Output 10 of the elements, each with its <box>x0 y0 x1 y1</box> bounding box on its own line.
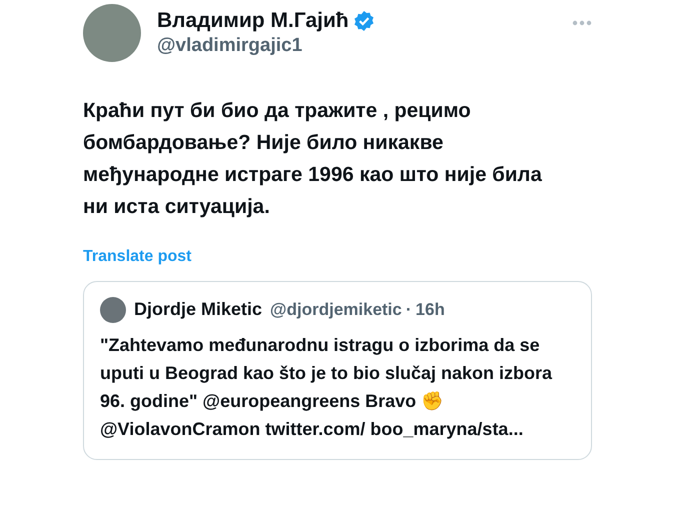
quoted-post-text: "Zahtevamo međunarodnu istragu o izborima da se uputi u Beograd kao što je to bio slučaj nakon izbora 96. godine" @europeangreens Bravo ✊ @ViolavonCramon twitter.com/ boo_maryna/sta... <box>100 334 554 441</box>
post-time: 16h <box>416 298 445 321</box>
quoted-post-card[interactable] <box>83 281 592 460</box>
author-handle[interactable]: @vladimirgajic1 <box>157 34 556 58</box>
quoted-author-name: Djordje Miketic <box>134 298 262 321</box>
quoted-author-handle: @djordjemiketic <box>270 298 402 321</box>
author-name[interactable]: Владимир М.Гајић <box>157 8 349 34</box>
avatar[interactable] <box>100 296 126 322</box>
separator-dot: · <box>406 298 412 321</box>
post-text: Краћи пут би био да тражите , рецимо бомбардовање? Није било никакве међународне истраге 1996 као што није била ни иста ситуација. <box>83 98 543 220</box>
